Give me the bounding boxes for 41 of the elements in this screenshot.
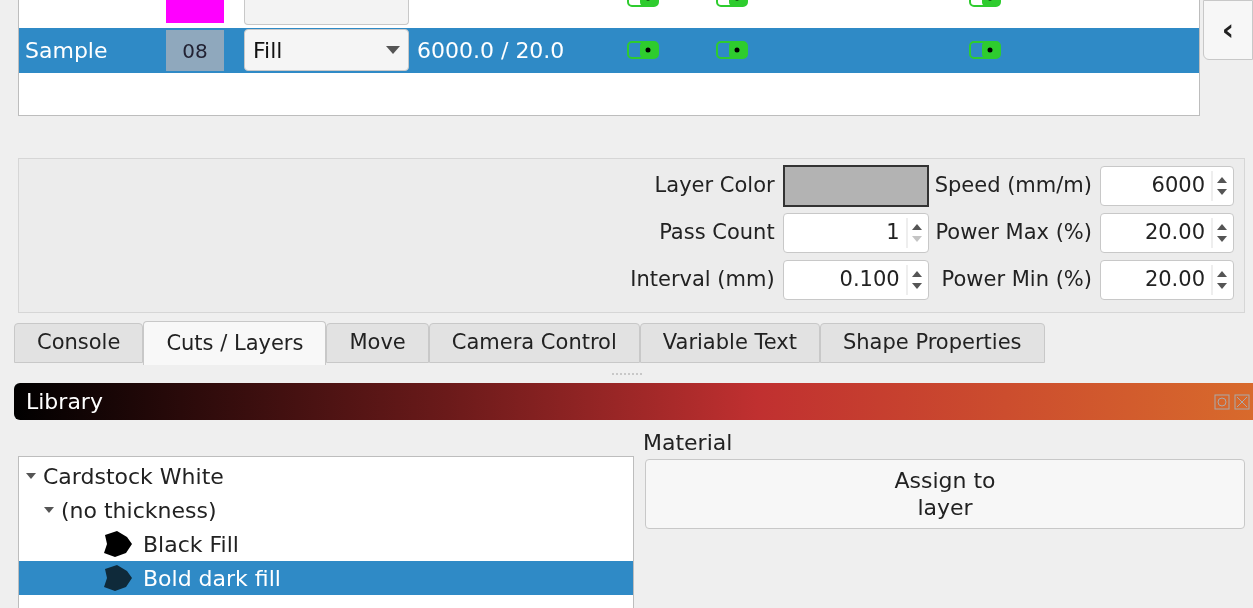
field-label: Speed (mm/m) — [934, 172, 1092, 200]
expanded-arrow-icon[interactable] — [25, 471, 37, 481]
toggle-icon[interactable] — [627, 40, 659, 60]
tree-item[interactable]: Cardstock White — [19, 459, 633, 493]
toggle-icon[interactable] — [969, 40, 1001, 60]
tree-label: Bold dark fill — [143, 564, 281, 593]
field-label: Power Max (%) — [935, 219, 1092, 247]
tab[interactable]: Cuts / Layers — [143, 321, 327, 365]
field-label: Layer Color — [654, 172, 775, 200]
tab[interactable]: Camera Control — [428, 323, 640, 363]
expanded-arrow-icon[interactable] — [43, 505, 55, 515]
mode-dropdown[interactable]: Fill — [244, 29, 409, 71]
tab[interactable]: Variable Text — [639, 323, 820, 363]
layer-name: Sample — [25, 37, 108, 65]
panel-title: Library — [25, 388, 103, 416]
color-swatch[interactable]: 08 — [166, 30, 224, 71]
tab[interactable]: Move — [326, 323, 429, 363]
material-label: Material — [643, 429, 734, 456]
collapse-button[interactable]: ‹ — [1203, 0, 1253, 60]
field-label: Pass Count — [659, 219, 775, 247]
field-label: Interval (mm) — [630, 266, 775, 294]
tree-item[interactable]: (no thickness) — [19, 493, 633, 527]
spin-box[interactable]: 0.100 — [782, 260, 929, 300]
color-swatch[interactable] — [166, 0, 224, 23]
tab[interactable]: Shape Properties — [819, 323, 1045, 363]
tree-item[interactable]: Black Fill — [19, 527, 633, 561]
tree-label: (no thickness) — [61, 496, 217, 525]
assign-button[interactable]: Assign to layer — [645, 459, 1245, 529]
spin-box[interactable]: 1 — [782, 213, 929, 253]
field-label: Power Min (%) — [941, 266, 1092, 294]
caret-icon[interactable] — [386, 46, 400, 54]
toggle-icon[interactable] — [716, 40, 748, 60]
speed-power-text: 6000.0 / 20.0 — [417, 37, 565, 65]
spin-box[interactable]: 20.00 — [1100, 260, 1234, 300]
tree-item[interactable]: Bold dark fill — [19, 561, 633, 595]
tree-label: Cardstock White — [43, 462, 224, 491]
color-picker[interactable] — [782, 165, 929, 207]
spin-box[interactable]: 6000 — [1100, 166, 1234, 206]
tab[interactable]: Console — [14, 323, 144, 363]
spin-box[interactable]: 20.00 — [1100, 213, 1234, 253]
tree-label: Black Fill — [143, 530, 239, 559]
